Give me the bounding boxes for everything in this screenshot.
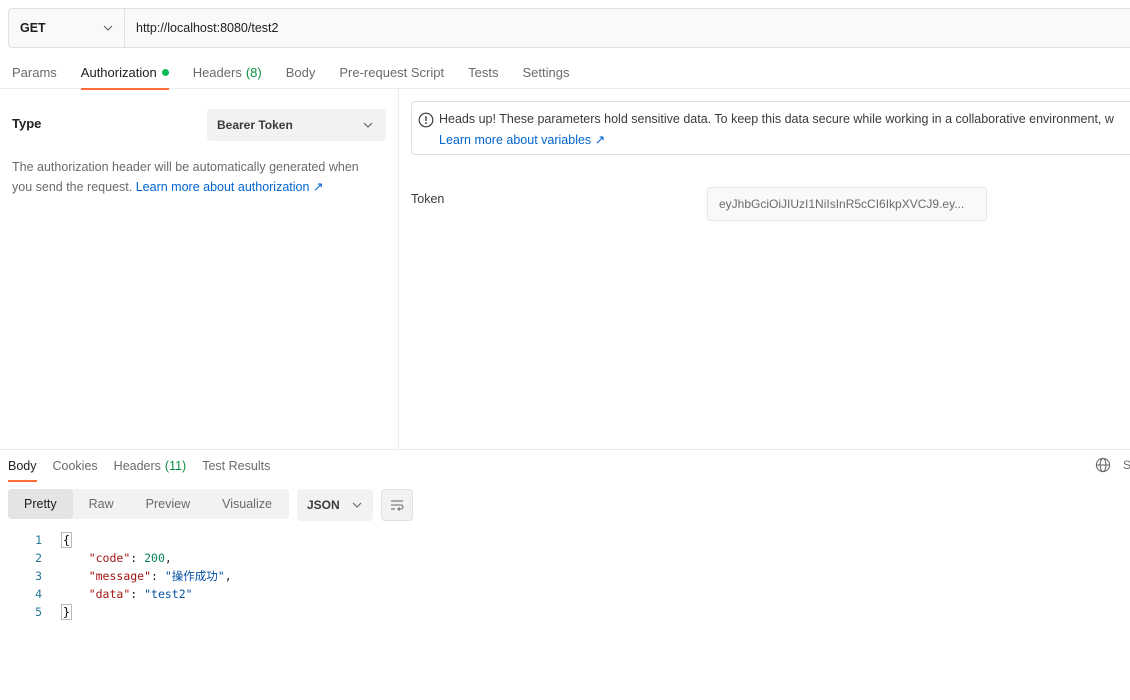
sensitive-data-alert: Heads up! These parameters hold sensitiv… [411,101,1130,155]
view-mode-pretty[interactable]: Pretty [8,489,73,519]
tab-label: Test Results [202,459,271,473]
chevron-down-icon [103,25,113,31]
tab-headers[interactable]: Headers (8) [193,56,262,89]
tab-label: Settings [522,65,570,80]
json-key: "data" [88,587,131,601]
response-tab-test-results[interactable]: Test Results [202,450,270,482]
code-line: 3 "message": "操作成功", [0,567,232,585]
wrap-lines-icon [391,500,404,511]
tab-label: Tests [468,65,499,80]
code-line: 5 } [0,603,232,621]
tab-label: Pre-request Script [339,65,445,80]
tab-label: Headers [113,459,161,473]
line-number: 3 [35,569,42,583]
info-circle-icon [418,112,434,128]
token-label: Token [411,192,445,206]
active-indicator-dot-icon [161,69,169,76]
line-number: 4 [35,587,42,601]
view-mode-preview[interactable]: Preview [130,489,206,519]
code-line: 2 "code": 200, [0,549,232,567]
response-tab-headers[interactable]: Headers (11) [114,450,187,482]
view-mode-visualize[interactable]: Visualize [206,489,288,519]
tab-tests[interactable]: Tests [468,56,498,89]
response-body-code: 1 { 2 "code": 200, 3 "message": "操作成功", … [0,531,232,621]
tab-label: Body [285,65,316,80]
tab-authorization[interactable]: Authorization [80,56,169,90]
line-number: 5 [35,605,42,619]
wrap-lines-button[interactable] [381,489,413,521]
response-tabs: Body Cookies Headers (11) Test Results [0,449,1130,482]
request-url-bar: GET http://localhost:8080/test2 [8,8,1130,48]
line-number: 1 [35,533,42,547]
tab-label: Authorization [80,65,157,80]
tab-count: (8) [245,65,262,80]
method-label: GET [20,21,46,35]
tab-settings[interactable]: Settings [522,56,569,89]
auth-type-select[interactable]: Bearer Token [207,109,386,141]
request-tabs: Params Authorization Headers (8) Body Pre… [0,56,1130,90]
auth-type-pane: Type Bearer Token The authorization head… [0,89,399,449]
chevron-down-icon [352,502,362,508]
globe-icon[interactable] [1095,457,1111,473]
url-input[interactable]: http://localhost:8080/test2 [125,9,278,47]
chevron-down-icon [363,122,373,128]
tab-label: Headers [192,65,242,80]
json-value: "操作成功" [164,569,225,583]
auth-description: The authorization header will be automat… [12,157,382,197]
format-select[interactable]: JSON [297,489,373,521]
auth-type-label: Type [12,116,42,131]
json-key: "code" [88,551,131,565]
tab-count: (11) [164,459,187,473]
line-number: 2 [35,551,42,565]
save-response-button[interactable]: S [1123,458,1130,472]
auth-type-value: Bearer Token [217,118,293,132]
tab-label: Body [8,459,37,473]
auth-details-pane: Heads up! These parameters hold sensitiv… [400,89,1130,449]
tab-label: Cookies [52,459,98,473]
json-value: "test2" [144,587,193,601]
response-tab-body[interactable]: Body [8,450,37,482]
format-value: JSON [307,498,340,512]
tab-label: Params [12,65,57,80]
learn-more-variables-link[interactable]: Learn more about variables ↗ [439,132,605,147]
learn-more-authorization-link[interactable]: Learn more about authorization ↗ [136,180,324,194]
tab-body[interactable]: Body [286,56,316,89]
token-input[interactable]: eyJhbGciOiJIUzI1NiIsInR5cCI6IkpXVCJ9.ey.… [707,187,987,221]
view-mode-raw[interactable]: Raw [73,489,130,519]
code-line: 4 "data": "test2" [0,585,232,603]
alert-message: Heads up! These parameters hold sensitiv… [439,112,1114,126]
response-tab-cookies[interactable]: Cookies [53,450,98,482]
view-mode-segment: Pretty Raw Preview Visualize [8,489,289,519]
close-brace: } [61,604,72,620]
code-line: 1 { [0,531,232,549]
json-key: "message" [88,569,152,583]
json-value: 200 [144,551,165,565]
open-brace: { [61,532,72,548]
tab-pre-request-script[interactable]: Pre-request Script [339,56,444,89]
method-select[interactable]: GET [9,9,125,47]
tab-params[interactable]: Params [12,56,57,89]
